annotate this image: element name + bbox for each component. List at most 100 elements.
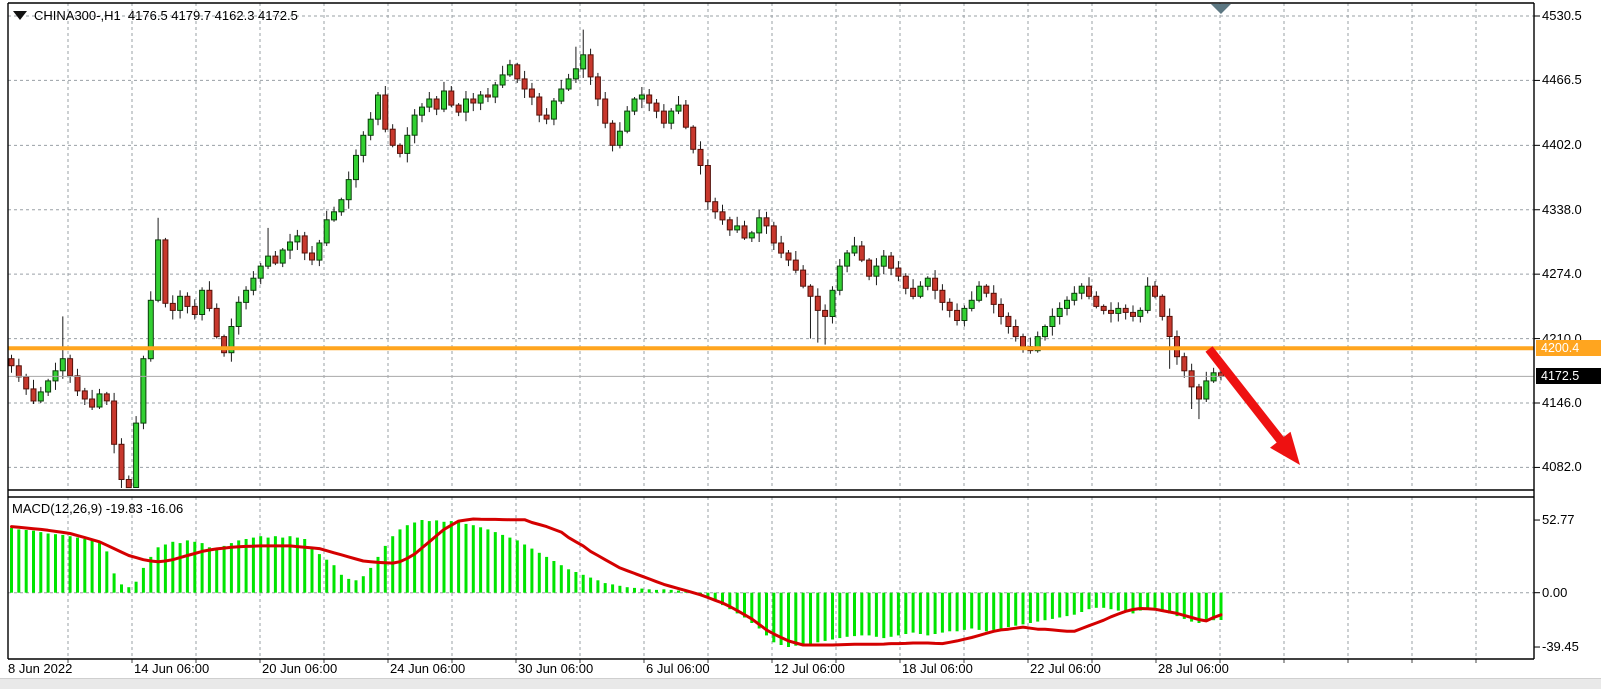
macd-histogram-bar <box>574 572 577 593</box>
candle-bullish <box>874 266 879 276</box>
macd-histogram-bar <box>311 547 314 592</box>
macd-histogram-bar <box>677 591 680 593</box>
candle-bearish <box>1123 308 1128 312</box>
macd-histogram-bar <box>897 593 900 636</box>
macd-histogram-bar <box>824 593 827 641</box>
candle-bearish <box>698 149 703 165</box>
candle-bearish <box>104 394 109 401</box>
macd-histogram-bar <box>17 529 20 592</box>
candle-bearish <box>911 288 916 296</box>
time-axis[interactable]: 8 Jun 202214 Jun 06:0020 Jun 06:0024 Jun… <box>0 660 1601 678</box>
macd-histogram-bar <box>567 569 570 592</box>
candle-bullish <box>625 111 630 131</box>
candle-bullish <box>60 359 65 371</box>
candle-bearish <box>390 129 395 145</box>
time-tick-label: 8 Jun 2022 <box>8 661 72 676</box>
macd-histogram-bar <box>193 542 196 593</box>
candle-bullish <box>852 246 857 253</box>
candle-bearish <box>955 310 960 320</box>
candle-bearish <box>661 111 666 123</box>
candle-bearish <box>31 389 36 401</box>
macd-histogram-bar <box>809 593 812 644</box>
macd-histogram-bar <box>450 521 453 593</box>
candle-bullish <box>881 256 886 266</box>
candle-bearish <box>1160 296 1165 316</box>
macd-histogram-bar <box>127 587 130 593</box>
candle-bullish <box>493 85 498 97</box>
candle-bearish <box>933 278 938 290</box>
candle-bullish <box>676 105 681 111</box>
candle-bullish <box>1079 286 1084 293</box>
candle-bearish <box>705 166 710 202</box>
candle-bearish <box>1087 286 1092 296</box>
candle-bullish <box>200 290 205 314</box>
macd-histogram-bar <box>640 589 643 593</box>
macd-indicator-label: MACD(12,26,9) -19.83 -16.06 <box>12 501 183 516</box>
candle-bearish <box>273 256 278 263</box>
candle-bullish <box>735 226 740 230</box>
candle-bearish <box>867 260 872 276</box>
candle-bearish <box>779 243 784 253</box>
dropdown-triangle-icon <box>13 11 27 20</box>
candle-bullish <box>354 155 359 179</box>
macd-histogram-bar <box>816 593 819 643</box>
price-tick-label: 4082.0 <box>1542 459 1582 474</box>
candle-bullish <box>1145 286 1150 310</box>
candle-bullish <box>280 250 285 263</box>
candle-bullish <box>376 95 381 119</box>
price-tick-label: 4274.0 <box>1542 266 1582 281</box>
candle-bullish <box>295 236 300 242</box>
candle-bearish <box>742 226 747 238</box>
last-bar-marker-icon <box>1211 4 1231 14</box>
candle-bearish <box>1006 316 1011 326</box>
chart-canvas[interactable] <box>0 0 1601 689</box>
macd-histogram-bar <box>604 583 607 593</box>
candle-bearish <box>727 220 732 230</box>
macd-histogram-bar <box>1080 593 1083 612</box>
macd-histogram-bar <box>1117 593 1120 611</box>
price-axis[interactable]: 4530.54466.54402.04338.04274.04210.04146… <box>1534 0 1601 660</box>
candle-bearish <box>1182 357 1187 371</box>
candle-bullish <box>1050 316 1055 326</box>
candle-bullish <box>977 286 982 300</box>
macd-histogram-bar <box>611 584 614 592</box>
candle-bullish <box>551 101 556 119</box>
macd-histogram-bar <box>582 575 585 593</box>
macd-histogram-bar <box>465 524 468 593</box>
macd-histogram-bar <box>802 593 805 645</box>
window-bottom-strip <box>0 678 1601 689</box>
macd-histogram-bar <box>890 593 893 637</box>
candle-bearish <box>544 115 549 119</box>
candle-bearish <box>603 99 608 123</box>
macd-histogram-bar <box>523 545 526 593</box>
candle-bearish <box>815 296 820 310</box>
candle-bearish <box>984 286 989 293</box>
macd-histogram-bar <box>369 568 372 593</box>
macd-histogram-bar <box>83 539 86 593</box>
candle-bearish <box>398 145 403 153</box>
candle-bullish <box>361 135 366 155</box>
candle-bearish <box>1101 306 1106 310</box>
candle-bearish <box>713 202 718 212</box>
candle-bullish <box>749 233 754 238</box>
candle-bullish <box>573 69 578 79</box>
macd-histogram-bar <box>963 593 966 630</box>
candle-bearish <box>192 306 197 314</box>
candle-bullish <box>244 290 249 302</box>
candle-bearish <box>163 240 168 303</box>
macd-histogram-bar <box>1124 593 1127 612</box>
candle-bearish <box>1153 286 1158 296</box>
candle-bearish <box>537 97 542 115</box>
time-tick-label: 14 Jun 06:00 <box>134 661 209 676</box>
macd-histogram-bar <box>508 538 511 593</box>
candle-bullish <box>837 266 842 290</box>
macd-histogram-bar <box>545 557 548 593</box>
price-tick-label: 4402.0 <box>1542 137 1582 152</box>
candle-bearish <box>683 105 688 127</box>
candle-bullish <box>478 95 483 103</box>
macd-histogram-bar <box>333 565 336 593</box>
candle-bearish <box>522 79 527 89</box>
candle-bearish <box>515 65 520 79</box>
macd-histogram-bar <box>919 593 922 634</box>
candle-bearish <box>185 296 190 306</box>
